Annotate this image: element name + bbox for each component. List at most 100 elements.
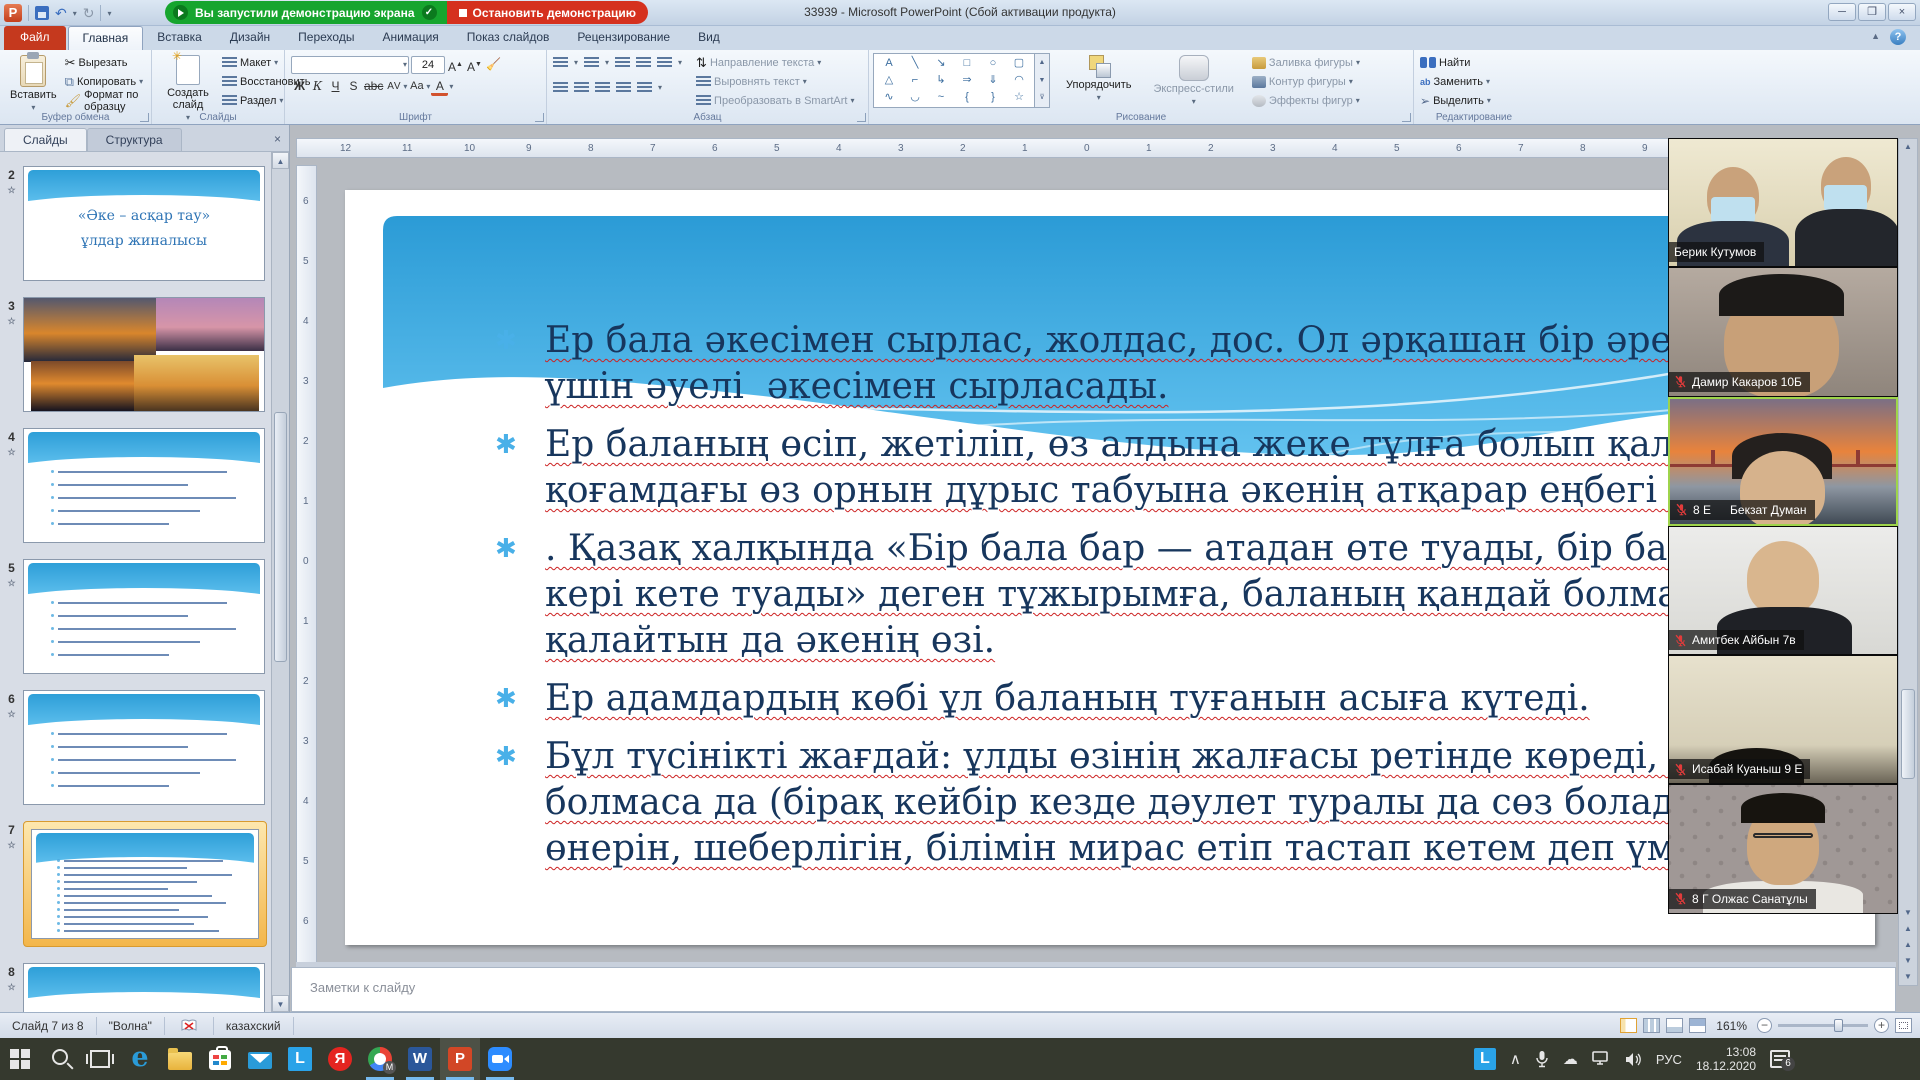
slide-thumbnail-8[interactable]: НАЗАРЛАРЫҢЫЗҒА РАХМЕТ! — [23, 963, 265, 1012]
tab-Дизайн[interactable]: Дизайн — [216, 26, 284, 50]
left-brace-shape-icon[interactable]: { — [954, 89, 980, 106]
redo-icon[interactable]: ↻ — [83, 6, 95, 20]
taskbar-yandex-button[interactable]: Я — [320, 1038, 360, 1080]
text-shadow-button[interactable]: S — [345, 78, 362, 96]
spellcheck-status[interactable] — [165, 1017, 214, 1035]
taskbar-zoom-button[interactable] — [480, 1038, 520, 1080]
taskbar-chrome-button[interactable] — [360, 1038, 400, 1080]
slide-thumbnail-7[interactable] — [31, 829, 259, 939]
normal-view-button[interactable] — [1620, 1018, 1637, 1033]
shapes-scroll-down-icon[interactable]: ▼ — [1035, 72, 1049, 90]
wave-shape-icon[interactable]: ~ — [928, 89, 954, 106]
shrink-font-button[interactable]: А▼ — [466, 56, 483, 74]
slide-sorter-view-button[interactable] — [1643, 1018, 1660, 1033]
stop-sharing-button[interactable]: Остановить демонстрацию — [447, 1, 648, 24]
tray-microphone-icon[interactable] — [1535, 1050, 1549, 1068]
elbow-arrow-shape-icon[interactable]: ↳ — [928, 72, 954, 89]
align-left-button[interactable] — [553, 82, 568, 94]
change-case-button[interactable]: Аа — [408, 78, 425, 96]
zoom-slider[interactable] — [1778, 1024, 1868, 1027]
find-button[interactable]: Найти — [1418, 53, 1530, 72]
shapes-scroll-up-icon[interactable]: ▲ — [1035, 54, 1049, 72]
taskbar-search-button[interactable] — [40, 1038, 80, 1080]
scroll-up-icon[interactable]: ▲ — [1899, 139, 1917, 155]
tray-network-icon[interactable] — [1592, 1051, 1611, 1067]
scroll-up-icon[interactable]: ▲ — [272, 152, 289, 169]
input-language-indicator[interactable]: РУС — [1656, 1052, 1682, 1067]
quick-styles-button[interactable]: Экспресс-стили ▾ — [1147, 53, 1239, 108]
character-spacing-button[interactable]: АV — [385, 78, 402, 96]
fit-to-window-button[interactable] — [1895, 1018, 1912, 1033]
scrollbar-thumb[interactable] — [1901, 689, 1915, 779]
zoom-in-button[interactable]: + — [1874, 1018, 1889, 1033]
arrow-shape-icon[interactable]: ↘ — [928, 55, 954, 72]
right-arrow-shape-icon[interactable]: ⇒ — [954, 72, 980, 89]
taskbar-start-button[interactable] — [0, 1038, 40, 1080]
notes-pane[interactable]: Заметки к слайду — [291, 967, 1896, 1012]
hidden-icons-chevron[interactable]: ∧ — [1510, 1050, 1521, 1068]
slide-thumbnail-3[interactable] — [23, 297, 265, 412]
minimize-ribbon-icon[interactable]: ▲ — [1871, 31, 1880, 41]
tab-Файл[interactable]: Файл — [4, 26, 66, 50]
align-right-button[interactable] — [595, 82, 610, 94]
language-indicator[interactable]: казахский — [214, 1017, 294, 1035]
arc-shape-icon[interactable]: ◠ — [1006, 72, 1032, 89]
slide-thumbnail-5[interactable] — [23, 559, 265, 674]
help-icon[interactable]: ? — [1890, 29, 1906, 45]
undo-dropdown-icon[interactable]: ▾ — [73, 9, 77, 18]
maximize-button[interactable]: ❐ — [1858, 3, 1886, 21]
right-brace-shape-icon[interactable]: } — [980, 89, 1006, 106]
arrange-button[interactable]: Упорядочить ▾ — [1060, 53, 1137, 104]
decrease-indent-button[interactable] — [615, 57, 630, 69]
dialog-launcher-icon[interactable] — [535, 113, 544, 122]
bullets-button[interactable] — [553, 57, 568, 69]
paste-button[interactable]: Вставить ▾ — [4, 53, 63, 114]
dialog-launcher-icon[interactable] — [140, 113, 149, 122]
participant-tile[interactable]: Исабай Куаныш 9 Е — [1668, 655, 1898, 784]
star-shape-icon[interactable]: ☆ — [1006, 89, 1032, 106]
slides-panel-scrollbar[interactable]: ▲ ▼ — [271, 152, 289, 1012]
strikethrough-button[interactable]: abc — [363, 78, 384, 96]
slide-thumbnail-6[interactable] — [23, 690, 265, 805]
theme-name[interactable]: "Волна" — [97, 1017, 165, 1035]
tab-Анимация[interactable]: Анимация — [368, 26, 452, 50]
participant-tile[interactable]: Берик Кутумов — [1668, 138, 1898, 267]
font-size-combobox[interactable]: 24 — [411, 56, 445, 74]
tab-Главная[interactable]: Главная — [68, 26, 144, 50]
zoom-slider-thumb[interactable] — [1834, 1019, 1843, 1032]
slide-canvas[interactable]: ✱Ер бала әкесімен сырлас, жолдас, дос. О… — [345, 190, 1875, 945]
select-button[interactable]: ➢Выделить▾ — [1418, 91, 1530, 110]
zoom-out-button[interactable]: − — [1757, 1018, 1772, 1033]
slide-counter[interactable]: Слайд 7 из 8 — [0, 1017, 97, 1035]
font-color-button[interactable]: А — [431, 78, 448, 96]
clear-formatting-button[interactable]: 🧹 — [485, 56, 502, 74]
customize-qat-icon[interactable]: ▾ — [107, 9, 111, 18]
text-box-shape-icon[interactable]: A — [876, 55, 902, 72]
taskbar-powerpoint-button[interactable]: P — [440, 1038, 480, 1080]
close-panel-icon[interactable]: × — [274, 132, 281, 146]
numbering-button[interactable] — [584, 57, 599, 69]
tab-Вставка[interactable]: Вставка — [143, 26, 216, 50]
taskbar-task-view-button[interactable] — [80, 1038, 120, 1080]
bold-button[interactable]: Ж — [291, 78, 308, 96]
elbow-connector-shape-icon[interactable]: ⌐ — [902, 72, 928, 89]
slideshow-view-button[interactable] — [1689, 1018, 1706, 1033]
down-arrow-shape-icon[interactable]: ⇓ — [980, 72, 1006, 89]
format-painter-button[interactable]: 🖌Формат по образцу — [63, 91, 147, 110]
shape-outline-button[interactable]: Контур фигуры▾ — [1250, 72, 1362, 91]
tab-slides[interactable]: Слайды — [4, 128, 87, 151]
save-icon[interactable] — [35, 6, 49, 20]
scribble-shape-icon[interactable]: ∿ — [876, 89, 902, 106]
columns-button[interactable] — [637, 82, 652, 94]
close-button[interactable]: × — [1888, 3, 1916, 21]
scrollbar-thumb[interactable] — [274, 412, 287, 662]
taskbar-edge-button[interactable]: e — [120, 1038, 160, 1080]
triangle-shape-icon[interactable]: △ — [876, 72, 902, 89]
shapes-more-icon[interactable]: ⊽ — [1035, 89, 1049, 107]
slide-thumbnail-2[interactable]: «Әке – асқар тау»ұлдар жиналысы — [23, 166, 265, 281]
align-text-button[interactable]: Выровнять текст▾ — [694, 72, 856, 91]
grow-font-button[interactable]: А▲ — [447, 56, 464, 74]
reading-view-button[interactable] — [1666, 1018, 1683, 1033]
taskbar-store-button[interactable] — [200, 1038, 240, 1080]
shape-effects-button[interactable]: Эффекты фигур▾ — [1250, 91, 1362, 110]
